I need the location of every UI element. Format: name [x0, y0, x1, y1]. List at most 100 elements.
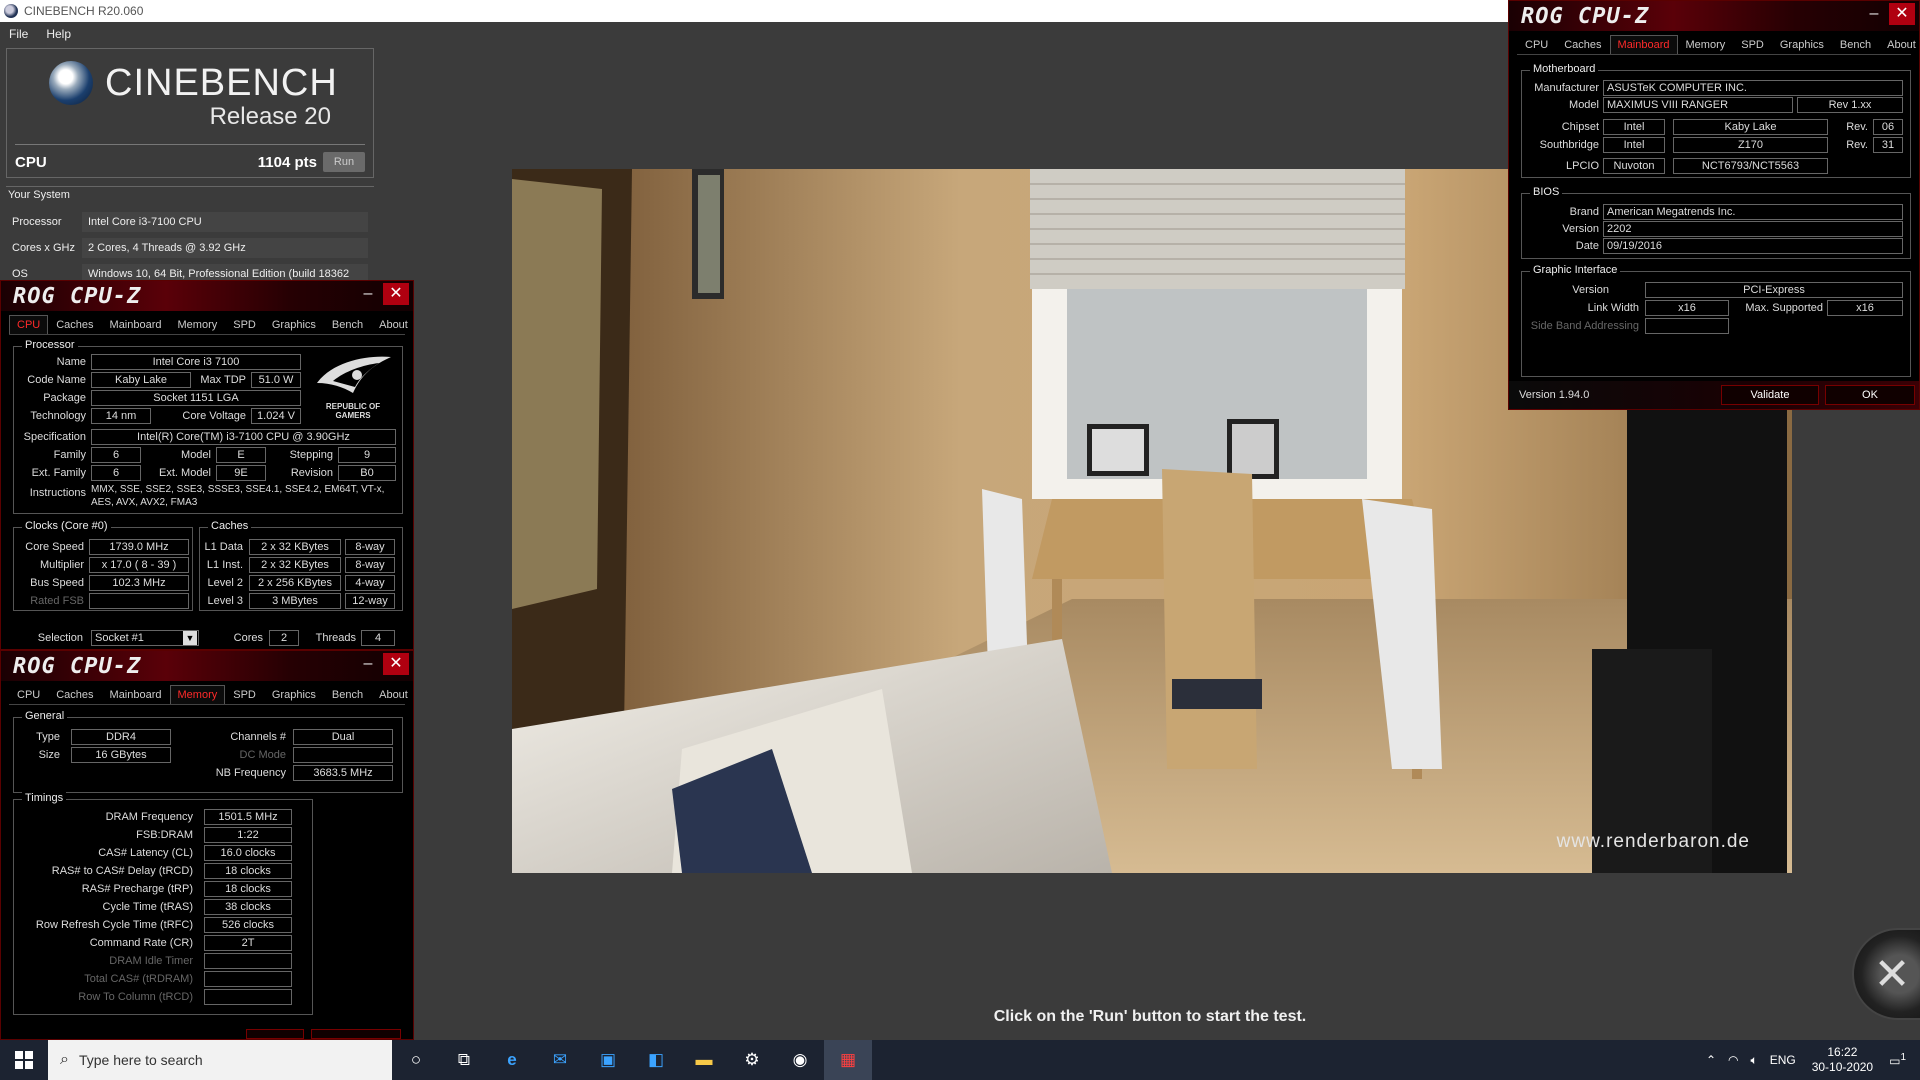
network-icon[interactable]: ◠	[1722, 1053, 1744, 1067]
cinebench-taskbar-icon[interactable]: ◉	[776, 1040, 824, 1080]
close-button[interactable]: ✕	[383, 653, 409, 675]
language-indicator[interactable]: ENG	[1764, 1053, 1802, 1067]
close-button[interactable]: ✕	[383, 283, 409, 305]
file-explorer-icon[interactable]: ▬	[680, 1040, 728, 1080]
codename-label: Code Name	[27, 374, 86, 386]
run-button[interactable]: Run	[323, 152, 365, 172]
search-placeholder: Type here to search	[78, 1052, 203, 1068]
package-label: Package	[43, 392, 86, 404]
store-icon[interactable]: ▣	[584, 1040, 632, 1080]
name-label: Name	[56, 356, 86, 368]
tab-mainboard[interactable]: Mainboard	[102, 685, 170, 704]
cpuz-mainboard-window[interactable]: ROG CPU-Z – ✕ CPU Caches Mainboard Memor…	[1508, 0, 1920, 410]
tab-about[interactable]: About	[1879, 35, 1920, 54]
chevron-down-icon[interactable]: ▼	[183, 631, 197, 645]
cinebench-brand: CINEBENCH	[105, 61, 338, 104]
extfamily-value: 6	[91, 465, 141, 481]
bios-legend: BIOS	[1530, 186, 1563, 198]
tab-graphics[interactable]: Graphics	[1772, 35, 1832, 54]
cpuz-cpu-window[interactable]: ROG CPU-Z – ✕ CPU Caches Mainboard Memor…	[0, 280, 414, 650]
cpuz-brand: ROG CPU-Z	[13, 283, 142, 309]
southbridge-vendor: Intel	[1603, 137, 1665, 153]
tab-cpu[interactable]: CPU	[9, 315, 49, 334]
timing-value: 1501.5 MHz	[204, 809, 292, 825]
tab-spd[interactable]: SPD	[1733, 35, 1772, 54]
tab-caches[interactable]: Caches	[48, 685, 101, 704]
tab-bench[interactable]: Bench	[324, 685, 371, 704]
timing-value	[204, 989, 292, 1005]
chevron-up-icon[interactable]: ⌃	[1700, 1053, 1722, 1067]
tab-spd[interactable]: SPD	[225, 315, 264, 334]
system-tray: ⌃ ◠ 🔈︎ ENG 16:22 30-10-2020 ▭1	[1700, 1040, 1920, 1080]
validate-button-partial[interactable]	[246, 1029, 304, 1039]
timing-value	[204, 971, 292, 987]
tab-memory[interactable]: Memory	[1678, 35, 1734, 54]
cpuz-taskbar-icon[interactable]: ▦	[824, 1040, 872, 1080]
timing-label: Command Rate (CR)	[89, 937, 193, 949]
close-button[interactable]: ✕	[1889, 3, 1915, 25]
tab-caches[interactable]: Caches	[1556, 35, 1609, 54]
cpuz-titlebar[interactable]: ROG CPU-Z – ✕	[1, 651, 413, 681]
system-row-cores: Cores x GHz 2 Cores, 4 Threads @ 3.92 GH…	[12, 237, 368, 259]
tab-mainboard[interactable]: Mainboard	[102, 315, 170, 334]
taskbar-search-box[interactable]: ⌕ Type here to search	[48, 1040, 392, 1080]
tab-about[interactable]: About	[371, 685, 416, 704]
tab-memory[interactable]: Memory	[170, 315, 226, 334]
tab-graphics[interactable]: Graphics	[264, 685, 324, 704]
tab-graphics[interactable]: Graphics	[264, 315, 324, 334]
corespeed-value: 1739.0 MHz	[89, 539, 189, 555]
bios-version-value: 2202	[1603, 221, 1903, 237]
tab-cpu[interactable]: CPU	[9, 685, 48, 704]
tab-mainboard[interactable]: Mainboard	[1609, 35, 1678, 54]
validate-button[interactable]: Validate	[1721, 385, 1819, 405]
timing-value: 526 clocks	[204, 917, 292, 933]
minimize-button[interactable]: –	[359, 655, 377, 675]
menu-help[interactable]: Help	[37, 27, 80, 41]
minimize-button[interactable]: –	[359, 285, 377, 305]
minimize-button[interactable]: –	[1865, 5, 1883, 25]
southbridge-label: Southbridge	[1539, 139, 1599, 151]
l3-label: Level 3	[207, 595, 243, 607]
tab-bench[interactable]: Bench	[324, 315, 371, 334]
cpuz-memory-window[interactable]: ROG CPU-Z – ✕ CPU Caches Mainboard Memor…	[0, 650, 414, 1040]
system-label: OS	[12, 268, 28, 280]
network-app-icon[interactable]: ⚙	[728, 1040, 776, 1080]
app-icon[interactable]: ◧	[632, 1040, 680, 1080]
start-button[interactable]	[0, 1040, 48, 1080]
tab-bench[interactable]: Bench	[1832, 35, 1879, 54]
notification-count: 1	[1900, 1052, 1906, 1063]
edge-icon[interactable]: e	[488, 1040, 536, 1080]
model-value: MAXIMUS VIII RANGER	[1603, 97, 1793, 113]
timing-value: 18 clocks	[204, 881, 292, 897]
l1data-value: 2 x 32 KBytes	[249, 539, 341, 555]
model-revision: Rev 1.xx	[1797, 97, 1903, 113]
tab-caches[interactable]: Caches	[48, 315, 101, 334]
tab-spd[interactable]: SPD	[225, 685, 264, 704]
clock[interactable]: 16:22 30-10-2020	[1802, 1045, 1883, 1075]
timing-label: CAS# Latency (CL)	[98, 847, 193, 859]
threads-label: Threads	[315, 632, 356, 644]
ok-button[interactable]: OK	[1825, 385, 1915, 405]
tab-cpu[interactable]: CPU	[1517, 35, 1556, 54]
cores-value: 2	[269, 630, 299, 646]
menu-file[interactable]: File	[0, 27, 37, 41]
tab-memory[interactable]: Memory	[169, 685, 226, 704]
notification-icon[interactable]: ▭1	[1883, 1052, 1920, 1068]
ratedfsb-label: Rated FSB	[30, 595, 84, 607]
ok-button-partial[interactable]	[311, 1029, 401, 1039]
channels-value: Dual	[293, 729, 393, 745]
chipset-label: Chipset	[1561, 121, 1599, 133]
timing-label: Total CAS# (tRDRAM)	[84, 973, 193, 985]
extfamily-label: Ext. Family	[31, 467, 86, 479]
bios-date-value: 09/19/2016	[1603, 238, 1903, 254]
cpuz-desktop-shortcut-icon[interactable]: ✕	[1852, 928, 1920, 1020]
cpuz-titlebar[interactable]: ROG CPU-Z – ✕	[1, 281, 413, 311]
technology-label: Technology	[30, 410, 86, 422]
tab-about[interactable]: About	[371, 315, 416, 334]
task-view-icon[interactable]: ⧉	[440, 1040, 488, 1080]
cpuz-titlebar[interactable]: ROG CPU-Z – ✕	[1509, 1, 1919, 31]
type-value: DDR4	[71, 729, 171, 745]
volume-icon[interactable]: 🔈︎	[1744, 1053, 1763, 1068]
cortana-icon[interactable]: ○	[392, 1040, 440, 1080]
mail-icon[interactable]: ✉	[536, 1040, 584, 1080]
